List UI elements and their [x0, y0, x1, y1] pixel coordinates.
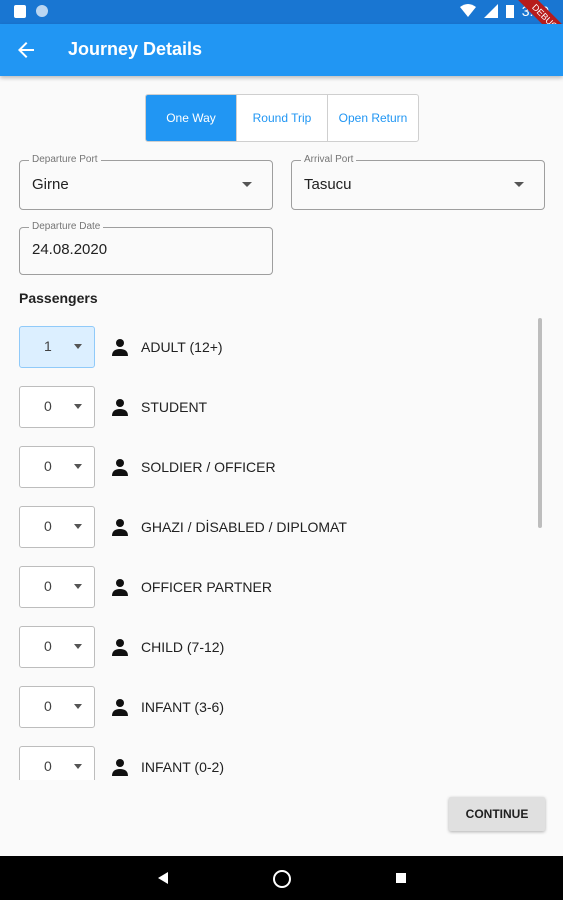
passenger-row-soldier-officer: 0 SOLDIER / OFFICER: [19, 446, 539, 488]
passenger-row-infant-0-2: 0 INFANT (0-2): [19, 746, 539, 780]
sync-icon: [36, 5, 48, 17]
passenger-row-student: 0 STUDENT: [19, 386, 539, 428]
passenger-count-dropdown[interactable]: 0: [19, 566, 95, 608]
trip-type-toggle: One Way Round Trip Open Return: [145, 94, 419, 142]
trip-type-round-trip[interactable]: Round Trip: [236, 95, 327, 141]
person-icon: [112, 399, 128, 416]
passenger-count-dropdown[interactable]: 0: [19, 506, 95, 548]
passengers-heading: Passengers: [19, 290, 98, 306]
passenger-row-ghazi-disabled-diplomat: 0 GHAZI / DİSABLED / DIPLOMAT: [19, 506, 539, 548]
passenger-count: 1: [44, 338, 52, 354]
passenger-type-label: STUDENT: [141, 399, 208, 415]
sd-card-icon: [14, 5, 26, 18]
dropdown-arrow-icon: [74, 584, 82, 589]
nav-home-icon[interactable]: [273, 870, 291, 888]
passenger-count-dropdown[interactable]: 1: [19, 326, 95, 368]
passenger-count: 0: [44, 698, 52, 714]
wifi-icon: [459, 4, 476, 17]
signal-icon: [483, 4, 498, 18]
trip-type-open-return[interactable]: Open Return: [327, 95, 418, 141]
back-arrow-icon[interactable]: [14, 38, 38, 62]
passenger-type-label: INFANT (0-2): [141, 759, 224, 775]
departure-date-field[interactable]: Departure Date 24.08.2020: [19, 221, 273, 275]
passenger-count-dropdown[interactable]: 0: [19, 626, 95, 668]
departure-date-value: 24.08.2020: [32, 241, 108, 258]
passenger-row-child: 0 CHILD (7-12): [19, 626, 539, 668]
person-icon: [112, 759, 128, 776]
passenger-type-label: CHILD (7-12): [141, 639, 225, 655]
passenger-count: 0: [44, 638, 52, 654]
nav-recents-icon[interactable]: [396, 873, 406, 883]
dropdown-arrow-icon: [514, 182, 524, 187]
nav-back-icon[interactable]: [158, 872, 168, 884]
continue-button[interactable]: CONTINUE: [449, 797, 545, 831]
passenger-count-dropdown[interactable]: 0: [19, 386, 95, 428]
dropdown-arrow-icon: [242, 182, 252, 187]
person-icon: [112, 459, 128, 476]
dropdown-arrow-icon: [74, 644, 82, 649]
arrival-port-value: Tasucu: [304, 176, 352, 193]
passenger-type-label: ADULT (12+): [141, 339, 223, 355]
passenger-count: 0: [44, 758, 52, 774]
passenger-count-dropdown[interactable]: 0: [19, 686, 95, 728]
person-icon: [112, 699, 128, 716]
passenger-count: 0: [44, 458, 52, 474]
arrival-port-dropdown[interactable]: Arrival Port Tasucu: [291, 154, 545, 210]
departure-port-label: Departure Port: [29, 154, 101, 165]
passenger-type-label: SOLDIER / OFFICER: [141, 459, 276, 475]
dropdown-arrow-icon: [74, 404, 82, 409]
dropdown-arrow-icon: [74, 764, 82, 769]
system-nav-bar: [0, 856, 563, 900]
dropdown-arrow-icon: [74, 704, 82, 709]
page-title: Journey Details: [68, 39, 203, 59]
dropdown-arrow-icon: [74, 524, 82, 529]
passenger-type-label: GHAZI / DİSABLED / DIPLOMAT: [141, 519, 347, 535]
trip-type-one-way[interactable]: One Way: [146, 95, 236, 141]
person-icon: [112, 339, 128, 356]
person-icon: [112, 639, 128, 656]
passenger-row-officer-partner: 0 OFFICER PARTNER: [19, 566, 539, 608]
battery-icon: [505, 5, 514, 18]
passenger-count: 0: [44, 398, 52, 414]
person-icon: [112, 579, 128, 596]
dropdown-arrow-icon: [74, 344, 82, 349]
departure-port-dropdown[interactable]: Departure Port Girne: [19, 154, 273, 210]
app-bar: Journey Details: [0, 24, 563, 76]
person-icon: [112, 519, 128, 536]
passenger-count: 0: [44, 518, 52, 534]
status-bar: 3:50 DEBUG: [0, 0, 563, 51]
list-scrollbar[interactable]: [538, 318, 542, 528]
dropdown-arrow-icon: [74, 464, 82, 469]
departure-date-label: Departure Date: [29, 221, 104, 232]
departure-port-value: Girne: [32, 176, 69, 193]
passenger-type-label: OFFICER PARTNER: [141, 579, 272, 595]
passenger-type-label: INFANT (3-6): [141, 699, 224, 715]
passenger-count-dropdown[interactable]: 0: [19, 446, 95, 488]
passenger-count: 0: [44, 578, 52, 594]
passenger-row-infant-3-6: 0 INFANT (3-6): [19, 686, 539, 728]
arrival-port-label: Arrival Port: [301, 154, 357, 165]
passenger-count-dropdown[interactable]: 0: [19, 746, 95, 780]
passenger-list[interactable]: 1 ADULT (12+) 0 STUDENT 0 SOLDIER / OFFI…: [0, 314, 563, 780]
passenger-row-adult: 1 ADULT (12+): [19, 326, 539, 368]
